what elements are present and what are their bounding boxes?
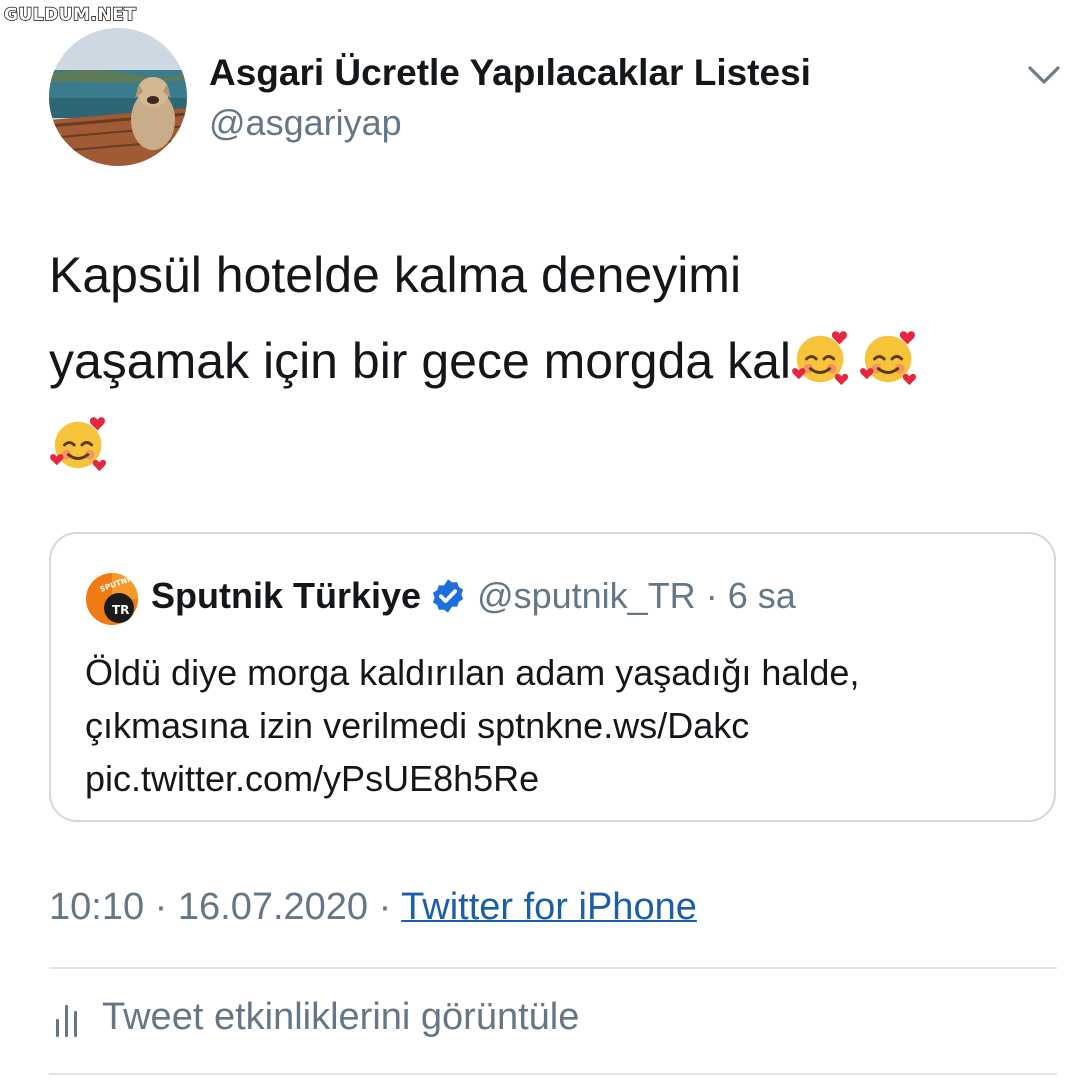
verified-badge-icon bbox=[429, 577, 467, 615]
quoted-text-line: çıkmasına izin verilmedi sptnkne.ws/Dakc bbox=[85, 705, 750, 746]
avatar-photo bbox=[49, 28, 187, 166]
tweet-activity-label: Tweet etkinliklerini görüntüle bbox=[102, 996, 580, 1038]
divider bbox=[49, 967, 1057, 969]
separator-dot: · bbox=[705, 575, 718, 616]
tweet-activity-button[interactable]: Tweet etkinliklerini görüntüle bbox=[52, 996, 579, 1052]
site-watermark: GULDUM.NET bbox=[3, 4, 137, 26]
tweet-text-segment: yaşamak için bir gece morgda kal bbox=[49, 333, 791, 389]
quoted-text-line: Öldü diye morga kaldırılan adam yaşadığı… bbox=[85, 652, 860, 693]
tweet-time: 10:10 bbox=[49, 886, 145, 928]
sputnik-avatar[interactable]: SPUTNIK TR bbox=[85, 572, 139, 626]
tweet-text-line bbox=[49, 404, 1039, 490]
quoted-tweet-header: Sputnik Türkiye @sputnik_TR · 6 sa bbox=[151, 574, 796, 618]
smiling-face-with-hearts-icon bbox=[791, 326, 853, 388]
tweet-text-line: Kapsül hotelde kalma deneyimi bbox=[49, 247, 742, 303]
chevron-down-icon[interactable] bbox=[1026, 62, 1062, 88]
divider bbox=[49, 1073, 1057, 1075]
user-display-name[interactable]: Asgari Ücretle Yapılacaklar Listesi bbox=[209, 52, 811, 94]
sputnik-avatar-tr: TR bbox=[112, 603, 129, 617]
quoted-tweet-card[interactable]: SPUTNIK TR Sputnik Türkiye @sputnik_TR · … bbox=[49, 532, 1056, 822]
tweet-text-line: yaşamak için bir gece morgda kal bbox=[49, 318, 1039, 404]
bar-chart-icon bbox=[52, 997, 84, 1039]
user-avatar[interactable] bbox=[49, 28, 187, 166]
tweet-date: 16.07.2020 bbox=[177, 886, 369, 928]
quoted-tweet-text: Öldü diye morga kaldırılan adam yaşadığı… bbox=[85, 646, 1035, 805]
quoted-display-name[interactable]: Sputnik Türkiye bbox=[151, 575, 421, 616]
quoted-timestamp: 6 sa bbox=[727, 575, 796, 616]
quoted-text-line: pic.twitter.com/yPsUE8h5Re bbox=[85, 758, 540, 799]
separator-dot: · bbox=[154, 886, 168, 928]
user-handle[interactable]: @asgariyap bbox=[209, 102, 402, 144]
separator-dot: · bbox=[378, 886, 392, 928]
tweet-source-link[interactable]: Twitter for iPhone bbox=[401, 886, 697, 928]
smiling-face-with-hearts-icon bbox=[49, 412, 111, 474]
tweet-text: Kapsül hotelde kalma deneyimi yaşamak iç… bbox=[49, 232, 1039, 490]
quoted-handle[interactable]: @sputnik_TR bbox=[477, 575, 696, 616]
tweet-meta: 10:10 · 16.07.2020 · Twitter for iPhone bbox=[49, 886, 697, 929]
smiling-face-with-hearts-icon bbox=[859, 326, 921, 388]
